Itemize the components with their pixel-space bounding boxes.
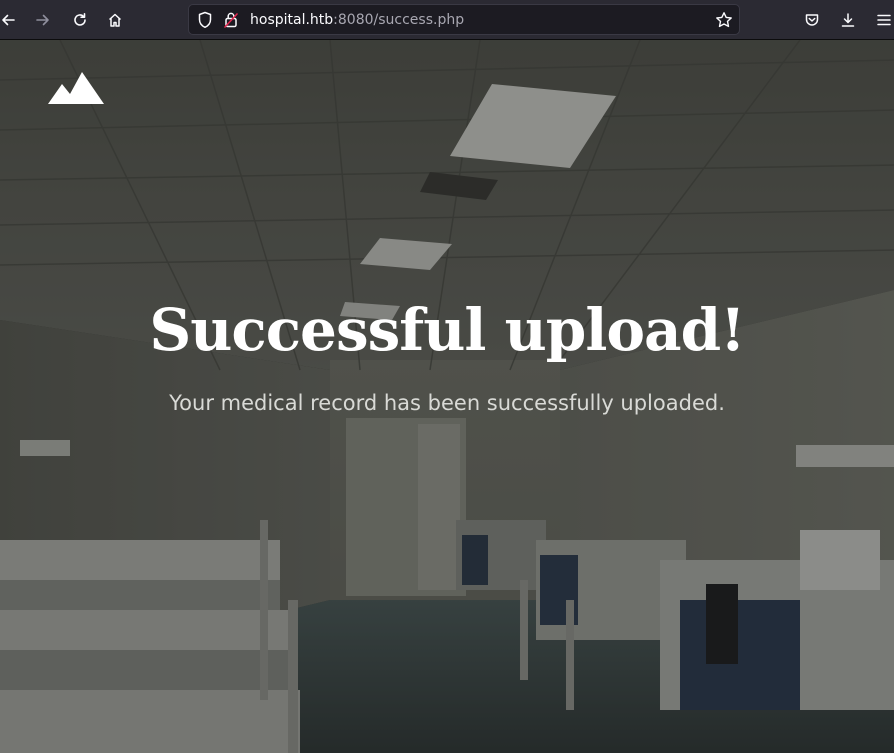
pocket-button[interactable]	[798, 6, 826, 34]
arrow-right-icon	[36, 14, 49, 26]
download-icon	[841, 13, 855, 27]
forward-button[interactable]	[29, 6, 57, 34]
pocket-icon	[805, 14, 819, 26]
back-button[interactable]	[0, 6, 22, 34]
arrow-left-icon	[2, 14, 15, 26]
home-icon	[108, 13, 122, 27]
url-text[interactable]: hospital.htb:8080/success.php	[250, 11, 464, 29]
url-path: :8080/success.php	[333, 12, 465, 28]
reload-button[interactable]	[66, 6, 94, 34]
page-title: Successful upload!	[149, 296, 745, 364]
url-host: hospital.htb	[250, 12, 334, 28]
reload-icon	[74, 13, 86, 26]
browser-toolbar: hospital.htb:8080/success.php	[0, 0, 894, 40]
star-icon[interactable]	[715, 11, 733, 29]
shield-icon[interactable]	[197, 11, 213, 29]
page-subtitle: Your medical record has been successfull…	[169, 391, 725, 415]
page-viewport: Successful upload! Your medical record h…	[0, 40, 894, 753]
hamburger-menu-icon	[877, 14, 891, 26]
home-button[interactable]	[101, 6, 129, 34]
menu-button[interactable]	[870, 6, 894, 34]
mountain-logo-icon[interactable]	[48, 70, 104, 104]
lock-icon[interactable]	[223, 11, 239, 29]
downloads-button[interactable]	[834, 6, 862, 34]
address-bar[interactable]: hospital.htb:8080/success.php	[188, 4, 740, 35]
